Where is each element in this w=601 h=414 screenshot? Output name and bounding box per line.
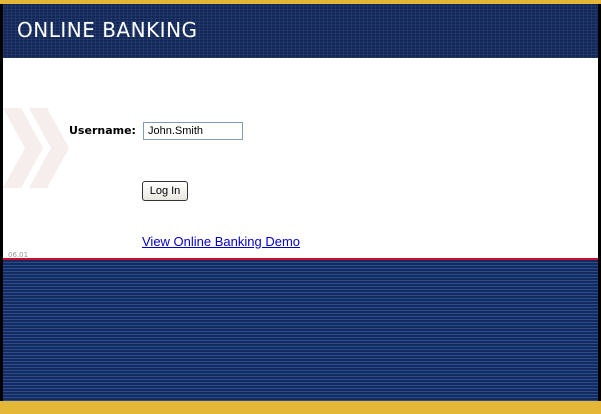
login-button[interactable]: Log In (142, 181, 188, 201)
page-title: ONLINE BANKING (17, 18, 198, 42)
username-label: Username: (69, 124, 136, 137)
header-banner: ONLINE BANKING (3, 4, 598, 58)
login-panel: Username: Log In View Online Banking Dem… (3, 58, 598, 259)
double-chevron-watermark-icon (3, 108, 69, 188)
bottom-gold-rule (0, 401, 601, 414)
footer-banner (3, 260, 598, 401)
username-input[interactable] (143, 122, 243, 140)
view-demo-link[interactable]: View Online Banking Demo (142, 234, 300, 249)
